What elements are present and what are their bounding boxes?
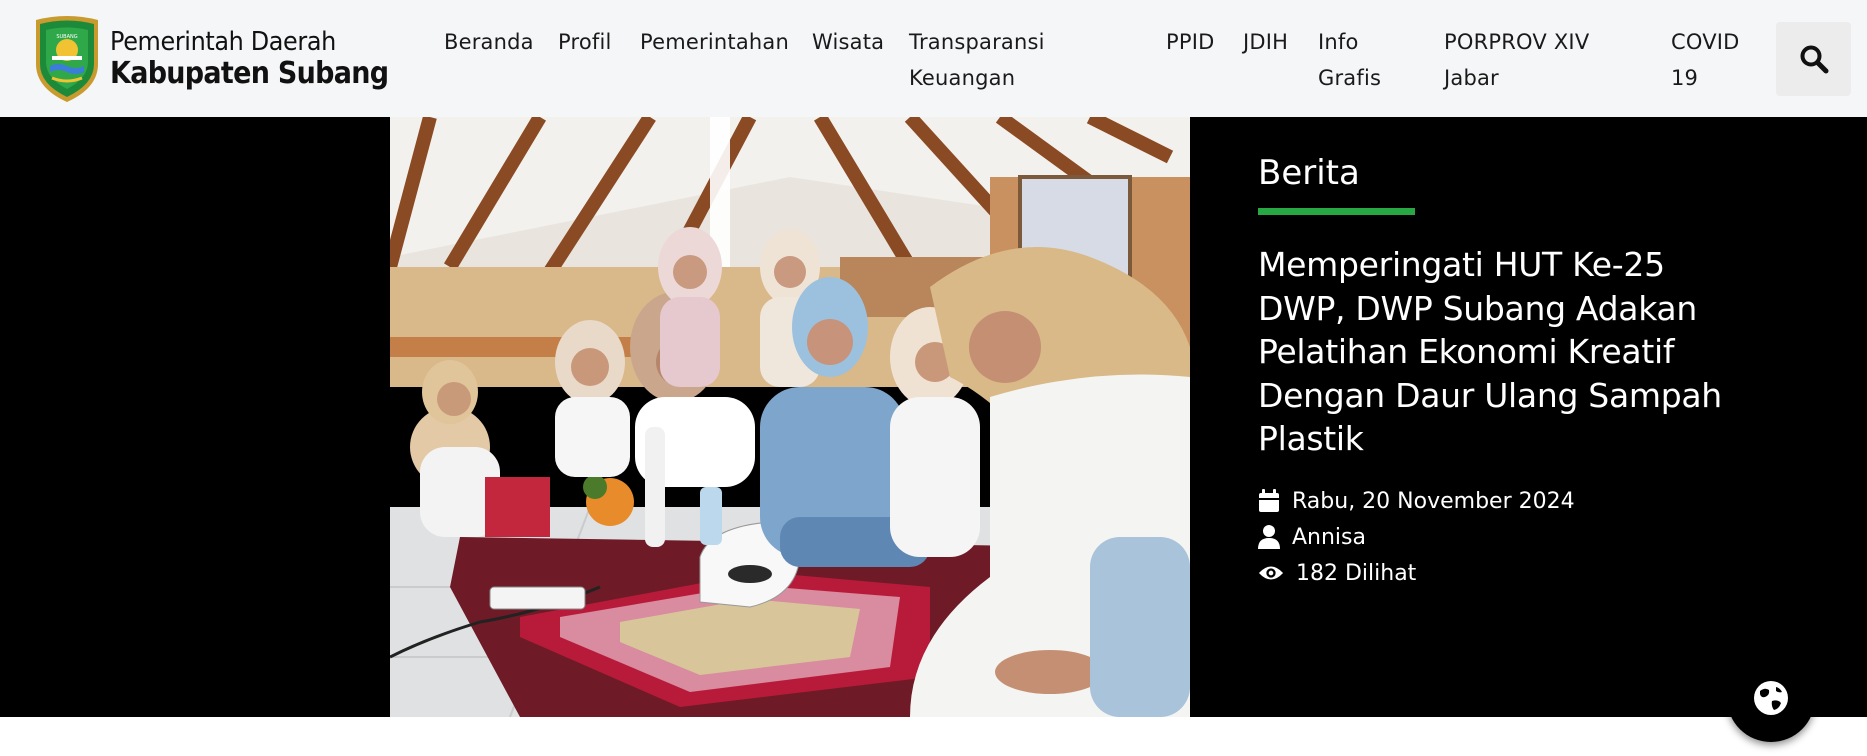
nav-transparansi-keuangan[interactable]: Transparansi Keuangan	[909, 24, 1045, 96]
news-category[interactable]: Berita	[1258, 153, 1360, 193]
nav-covid[interactable]: COVID 19	[1671, 24, 1740, 96]
news-date-text: Rabu, 20 November 2024	[1292, 488, 1575, 514]
user-icon	[1258, 524, 1284, 550]
nav-jdih[interactable]: JDIH	[1243, 24, 1288, 60]
nav-covid-line2: 19	[1671, 66, 1699, 90]
news-photo[interactable]	[390, 117, 1190, 717]
eye-icon	[1258, 560, 1284, 586]
svg-text:SUBANG: SUBANG	[56, 34, 77, 40]
floating-globe-button[interactable]	[1727, 654, 1815, 742]
logo-title-line2: Kabupaten Subang	[110, 56, 389, 91]
news-title[interactable]: Memperingati HUT Ke-25 DWP, DWP Subang A…	[1258, 243, 1758, 461]
nav-covid-line1: COVID	[1671, 30, 1740, 54]
nav-porprov[interactable]: PORPROV XIV Jabar	[1444, 24, 1589, 96]
logo-title-line1: Pemerintah Daerah	[110, 27, 336, 57]
nav-pemerintahan[interactable]: Pemerintahan	[640, 24, 789, 60]
nav-info-grafis-line1: Info	[1318, 30, 1359, 54]
nav-porprov-line1: PORPROV XIV	[1444, 30, 1590, 54]
nav-ppid[interactable]: PPID	[1166, 24, 1215, 60]
site-header: SUBANG Pemerintah Daerah Kabupaten Suban…	[0, 0, 1867, 117]
globe-icon	[1754, 681, 1788, 715]
news-author: Annisa	[1258, 522, 1658, 552]
nav-info-grafis-line2: Grafis	[1318, 66, 1382, 90]
kabupaten-subang-emblem-icon: SUBANG	[36, 16, 98, 102]
nav-beranda[interactable]: Beranda	[444, 24, 534, 60]
calendar-icon	[1258, 488, 1284, 514]
news-photo-image	[390, 117, 1190, 717]
nav-porprov-line2: Jabar	[1444, 66, 1499, 90]
nav-transparansi-line2: Keuangan	[909, 66, 1016, 90]
search-button[interactable]	[1776, 22, 1851, 96]
news-author-text: Annisa	[1292, 524, 1366, 550]
nav-transparansi-line1: Transparansi	[909, 30, 1045, 54]
site-logo[interactable]: SUBANG Pemerintah Daerah Kabupaten Suban…	[30, 14, 419, 104]
news-views-text: 182 Dilihat	[1296, 560, 1417, 586]
search-icon	[1800, 45, 1828, 74]
category-underline	[1258, 208, 1415, 215]
nav-info-grafis[interactable]: Info Grafis	[1318, 24, 1381, 96]
news-date: Rabu, 20 November 2024	[1258, 486, 1658, 516]
nav-profil[interactable]: Profil	[558, 24, 612, 60]
nav-wisata[interactable]: Wisata	[812, 24, 884, 60]
featured-news-hero: Berita Memperingati HUT Ke-25 DWP, DWP S…	[0, 117, 1867, 717]
news-views: 182 Dilihat	[1258, 558, 1658, 588]
